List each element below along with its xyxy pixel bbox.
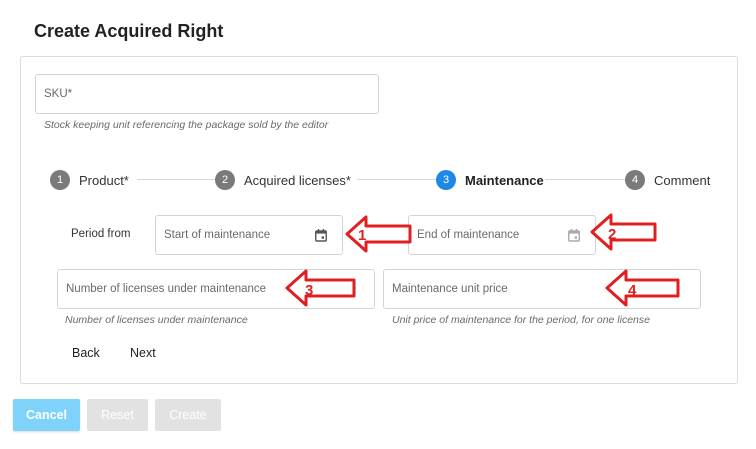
next-button[interactable]: Next — [130, 346, 156, 360]
step-label: Comment — [654, 172, 711, 188]
licenses-hint: Number of licenses under maintenance — [65, 314, 248, 326]
page-title: Create Acquired Right — [34, 21, 224, 41]
calendar-icon[interactable] — [568, 229, 580, 242]
create-button[interactable]: Create — [155, 399, 221, 431]
period-from-label: Period from — [71, 228, 131, 240]
annotation-number: 3 — [305, 282, 313, 299]
back-button[interactable]: Back — [72, 346, 100, 360]
step-number: 3 — [436, 170, 456, 190]
step-connector — [357, 179, 436, 180]
step-number: 4 — [625, 170, 645, 190]
unit-price-hint: Unit price of maintenance for the period… — [392, 314, 650, 326]
step-acquired-licenses[interactable]: 2 Acquired licenses* — [215, 170, 351, 190]
cancel-button[interactable]: Cancel — [13, 399, 80, 431]
step-number: 1 — [50, 170, 70, 190]
annotation-arrow-3: 3 — [285, 269, 356, 307]
step-product[interactable]: 1 Product* — [50, 170, 129, 190]
step-connector — [545, 179, 625, 180]
sku-hint: Stock keeping unit referencing the packa… — [44, 119, 329, 131]
calendar-icon[interactable] — [315, 229, 327, 242]
sku-input[interactable] — [36, 75, 378, 113]
step-label: Product* — [79, 172, 129, 188]
annotation-arrow-4: 4 — [605, 269, 680, 307]
step-comment[interactable]: 4 Comment — [625, 170, 710, 190]
annotation-number: 4 — [628, 282, 637, 299]
step-connector — [137, 179, 215, 180]
step-number: 2 — [215, 170, 235, 190]
annotation-number: 1 — [358, 227, 366, 244]
step-maintenance[interactable]: 3 Maintenance — [436, 170, 544, 190]
reset-button[interactable]: Reset — [87, 399, 148, 431]
annotation-arrow-2: 2 — [590, 213, 657, 251]
sku-field[interactable] — [35, 74, 379, 114]
annotation-number: 2 — [608, 226, 616, 243]
step-label: Maintenance — [465, 172, 544, 188]
annotation-arrow-1: 1 — [345, 215, 412, 253]
step-label: Acquired licenses* — [244, 172, 351, 188]
